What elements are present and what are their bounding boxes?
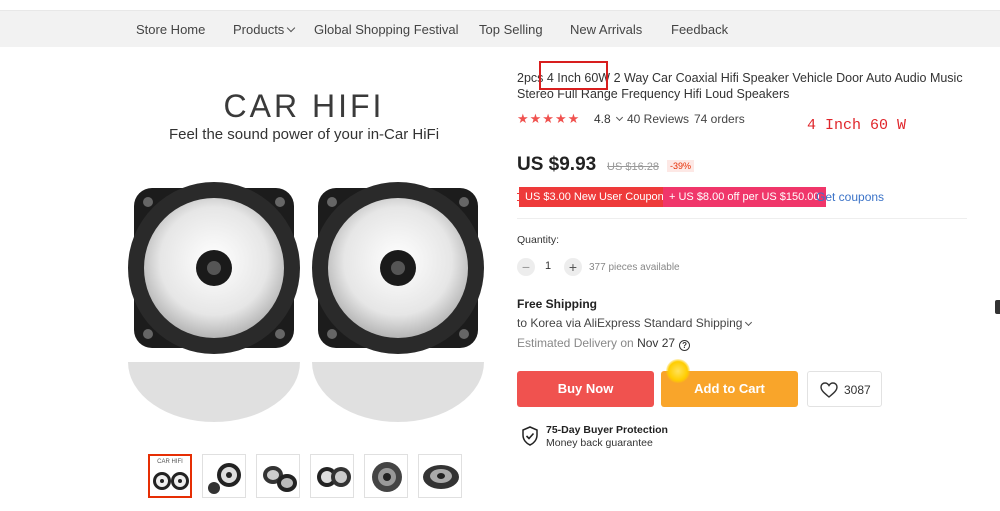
click-highlight-marker bbox=[666, 359, 690, 383]
wishlist-count: 3087 bbox=[844, 383, 871, 397]
current-price: US $9.93 bbox=[517, 154, 597, 175]
estimated-delivery-date: Nov 27 bbox=[637, 336, 676, 350]
thumbnail-speaker-icon bbox=[317, 467, 351, 487]
quantity-decrease-button[interactable]: − bbox=[517, 258, 535, 276]
speaker-right-image bbox=[312, 182, 484, 354]
nav-top-selling[interactable]: Top Selling bbox=[479, 22, 543, 37]
heart-icon bbox=[820, 382, 838, 398]
shipping-heading: Free Shipping bbox=[517, 297, 598, 311]
thumbnail-speaker-icon bbox=[263, 466, 297, 492]
nav-products[interactable]: Products bbox=[233, 22, 296, 37]
discount-badge: -39% bbox=[667, 160, 695, 172]
rating-chevron[interactable] bbox=[613, 111, 624, 125]
thumbnail-6[interactable] bbox=[418, 454, 462, 498]
shipping-method-selector[interactable]: to Korea via AliExpress Standard Shippin… bbox=[517, 316, 753, 330]
wishlist-button[interactable]: 3087 bbox=[807, 371, 882, 407]
quantity-value[interactable]: 1 bbox=[545, 260, 551, 272]
original-price: US $16.28 bbox=[607, 161, 659, 173]
image-subline: Feel the sound power of your in-Car HiFi bbox=[168, 126, 440, 143]
estimated-delivery: Estimated Delivery on Nov 27? bbox=[517, 336, 691, 351]
nav-global-shopping-festival[interactable]: Global Shopping Festival bbox=[314, 22, 459, 37]
help-icon[interactable]: ? bbox=[679, 340, 691, 351]
speaker-left-image bbox=[128, 182, 300, 354]
image-headline: CAR HIFI bbox=[223, 88, 385, 124]
nav-feedback[interactable]: Feedback bbox=[671, 22, 728, 37]
thumbnail-4[interactable] bbox=[310, 454, 354, 498]
shield-check-icon bbox=[522, 426, 538, 446]
rating-value: 4.8 bbox=[594, 112, 611, 126]
get-coupons-link[interactable]: Get coupons bbox=[816, 190, 884, 204]
nav-store-home[interactable]: Store Home bbox=[136, 22, 205, 37]
chevron-down-icon bbox=[287, 23, 296, 33]
thumbnail-3[interactable] bbox=[256, 454, 300, 498]
quantity-label: Quantity: bbox=[517, 234, 560, 246]
shipping-method-text: to Korea via AliExpress Standard Shippin… bbox=[517, 316, 743, 330]
chevron-down-icon bbox=[615, 113, 624, 122]
thumbnail-speaker-icon bbox=[208, 463, 241, 494]
speaker-right-reflection bbox=[312, 362, 484, 422]
orders-count: 74 orders bbox=[694, 112, 745, 126]
speaker-left-reflection bbox=[128, 362, 300, 422]
new-user-coupon[interactable]: US $3.00 New User Coupon bbox=[517, 187, 670, 207]
chevron-down-icon bbox=[745, 318, 753, 327]
main-product-image[interactable]: CAR HIFI Feel the sound power of your in… bbox=[118, 70, 490, 440]
thumbnail-speaker-icon bbox=[372, 462, 402, 492]
store-coupon[interactable]: + US $8.00 off per US $150.00 bbox=[663, 187, 826, 207]
highlight-box bbox=[539, 61, 608, 90]
annotation-text: 4 Inch 60 W bbox=[807, 117, 907, 134]
thumbnail-1[interactable]: CAR HIFI bbox=[148, 454, 192, 498]
thumbnail-2[interactable] bbox=[202, 454, 246, 498]
thumbnail-caption: CAR HIFI bbox=[157, 459, 183, 465]
star-rating-icon: ★★★★★ bbox=[517, 111, 581, 126]
stock-available: 377 pieces available bbox=[589, 262, 680, 273]
nav-new-arrivals[interactable]: New Arrivals bbox=[570, 22, 642, 37]
side-panel-handle[interactable] bbox=[995, 300, 1000, 314]
thumbnail-speaker-icon bbox=[423, 465, 459, 489]
store-nav-bar: Store Home Products Global Shopping Fest… bbox=[0, 10, 1000, 47]
nav-products-label: Products bbox=[233, 22, 285, 37]
buyer-protection-title: 75-Day Buyer Protection bbox=[546, 424, 668, 436]
reviews-link[interactable]: 40 Reviews bbox=[627, 112, 689, 126]
buyer-protection-subtitle: Money back guarantee bbox=[546, 437, 653, 449]
buy-now-button[interactable]: Buy Now bbox=[517, 371, 654, 407]
divider bbox=[517, 218, 967, 219]
quantity-increase-button[interactable]: + bbox=[564, 258, 582, 276]
estimated-delivery-label: Estimated Delivery on bbox=[517, 336, 634, 350]
thumbnail-5[interactable] bbox=[364, 454, 408, 498]
